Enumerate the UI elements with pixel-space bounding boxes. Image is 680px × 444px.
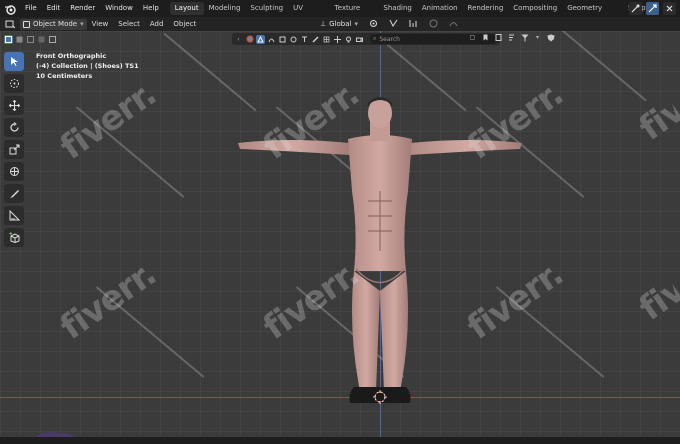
mesh-filter-icon[interactable] bbox=[256, 34, 265, 44]
color-filter-icon[interactable] bbox=[245, 35, 254, 44]
add-cube-tool-icon[interactable] bbox=[4, 228, 24, 247]
menu-object[interactable]: Object bbox=[168, 20, 201, 28]
select-tool-icon[interactable] bbox=[4, 52, 24, 71]
3d-cursor-icon[interactable] bbox=[373, 390, 387, 404]
select-subtract-icon[interactable] bbox=[26, 35, 35, 44]
select-mode-group bbox=[4, 34, 57, 44]
menu-help[interactable]: Help bbox=[138, 0, 164, 17]
pivot-point-icon[interactable] bbox=[366, 18, 381, 29]
select-extend-icon[interactable] bbox=[15, 35, 24, 44]
tab-rendering[interactable]: Rendering bbox=[463, 2, 509, 15]
armature-filter-icon[interactable] bbox=[311, 35, 320, 44]
visibility-chevron-icon[interactable]: ‹ bbox=[234, 35, 243, 44]
orientation-label: Global bbox=[329, 19, 352, 28]
surface-filter-icon[interactable] bbox=[278, 35, 287, 44]
select-box-icon[interactable] bbox=[4, 34, 13, 44]
scale-info-label: 10 Centimeters bbox=[36, 72, 93, 80]
viewport-right-controls: ▢ ▾ bbox=[468, 33, 555, 42]
dropdown-icon[interactable]: ▢ bbox=[468, 33, 477, 42]
tab-shading[interactable]: Shading bbox=[378, 2, 416, 15]
tool-shelf bbox=[4, 52, 24, 247]
object-type-filter: ‹ ⌕ Search bbox=[232, 33, 500, 45]
collapse-icon[interactable] bbox=[663, 2, 676, 15]
watermark-text: fiverr. bbox=[53, 74, 164, 168]
editor-type-button[interactable] bbox=[2, 19, 18, 30]
menu-render[interactable]: Render bbox=[65, 0, 100, 17]
tab-uv-editing[interactable]: UV Editing bbox=[288, 2, 329, 25]
select-intersect-icon[interactable] bbox=[48, 35, 57, 44]
menu-add[interactable]: Add bbox=[145, 20, 169, 28]
watermark-text: fiverr. bbox=[632, 273, 680, 329]
tab-texture-paint[interactable]: Texture Paint bbox=[330, 2, 379, 25]
meta-filter-icon[interactable] bbox=[289, 35, 298, 44]
menu-view[interactable]: View bbox=[87, 20, 114, 28]
text-filter-icon[interactable] bbox=[300, 35, 309, 44]
top-menu-bar: File Edit Render Window Help Layout Mode… bbox=[0, 0, 680, 25]
transform-tool-icon[interactable] bbox=[4, 162, 24, 181]
transform-controls: ⊥ Global ▾ bbox=[315, 18, 461, 29]
annotate-tool-icon[interactable] bbox=[4, 184, 24, 203]
mode-selector[interactable]: Object Mode ▾ bbox=[20, 18, 87, 30]
empty-filter-icon[interactable] bbox=[333, 35, 342, 44]
menu-select[interactable]: Select bbox=[113, 20, 145, 28]
tab-animation[interactable]: Animation bbox=[417, 2, 463, 15]
chevron-down-icon: ▾ bbox=[80, 20, 84, 28]
shield-icon[interactable] bbox=[546, 33, 555, 42]
3d-viewport[interactable]: fiverr. fiverr. fiverr. fiverr. fiverr. … bbox=[0, 31, 680, 444]
scene-icon[interactable] bbox=[629, 2, 642, 15]
curve-filter-icon[interactable] bbox=[267, 35, 276, 44]
filter-icon[interactable] bbox=[520, 33, 529, 42]
scale-tool-icon[interactable] bbox=[4, 140, 24, 159]
viewport-overlay-bar: ‹ ⌕ Search ▢ ▾ bbox=[0, 31, 680, 47]
watermark-text: fiverr. bbox=[53, 254, 164, 348]
object-mode-icon bbox=[23, 20, 30, 28]
chevron-down-icon[interactable]: ▾ bbox=[533, 33, 542, 42]
tab-layout[interactable]: Layout bbox=[169, 2, 204, 15]
tab-modeling[interactable]: Modeling bbox=[204, 2, 246, 15]
tab-sculpting[interactable]: Sculpting bbox=[245, 2, 288, 15]
chevron-down-icon: ▾ bbox=[354, 19, 358, 28]
search-placeholder: Search bbox=[379, 35, 400, 43]
view-layer-icon[interactable] bbox=[646, 2, 659, 15]
light-filter-icon[interactable] bbox=[344, 35, 353, 44]
document-icon[interactable] bbox=[494, 33, 503, 42]
cursor-tool-icon[interactable] bbox=[4, 74, 24, 93]
search-icon: ⌕ bbox=[373, 35, 377, 42]
sort-icon[interactable] bbox=[507, 33, 516, 42]
falloff-icon[interactable] bbox=[446, 18, 461, 29]
menu-window[interactable]: Window bbox=[100, 0, 138, 17]
status-bar bbox=[0, 437, 680, 444]
rotate-tool-icon[interactable] bbox=[4, 118, 24, 137]
top-right-controls bbox=[629, 2, 676, 15]
workspace-tabs: Layout Modeling Sculpting UV Editing Tex… bbox=[169, 0, 680, 25]
tab-compositing[interactable]: Compositing bbox=[508, 2, 562, 15]
blender-logo-icon[interactable] bbox=[4, 3, 16, 15]
move-tool-icon[interactable] bbox=[4, 96, 24, 115]
snap-icon[interactable] bbox=[386, 18, 401, 29]
watermark-text: fiverr. bbox=[632, 93, 680, 149]
view-name-label: Front Orthographic bbox=[36, 52, 107, 60]
measure-tool-icon[interactable] bbox=[4, 206, 24, 225]
orientation-icon: ⊥ bbox=[320, 19, 327, 28]
transform-orientation-dropdown[interactable]: ⊥ Global ▾ bbox=[317, 18, 361, 29]
proportional-edit-icon[interactable] bbox=[426, 18, 441, 29]
menu-edit[interactable]: Edit bbox=[42, 0, 66, 17]
bookmark-icon[interactable] bbox=[481, 33, 490, 42]
select-invert-icon[interactable] bbox=[37, 35, 46, 44]
tab-geometry-nodes[interactable]: Geometry Nodes bbox=[562, 2, 623, 25]
mode-label: Object Mode bbox=[33, 20, 78, 28]
collection-info-label: (-4) Collection | (Shoes) TS1 bbox=[36, 62, 139, 70]
camera-filter-icon[interactable] bbox=[355, 35, 364, 44]
snap-grid-icon[interactable] bbox=[406, 18, 421, 29]
viewport-header: Object Mode ▾ View Select Add Object ⊥ G… bbox=[0, 17, 680, 31]
lattice-filter-icon[interactable] bbox=[322, 35, 331, 44]
menu-file[interactable]: File bbox=[20, 0, 42, 17]
